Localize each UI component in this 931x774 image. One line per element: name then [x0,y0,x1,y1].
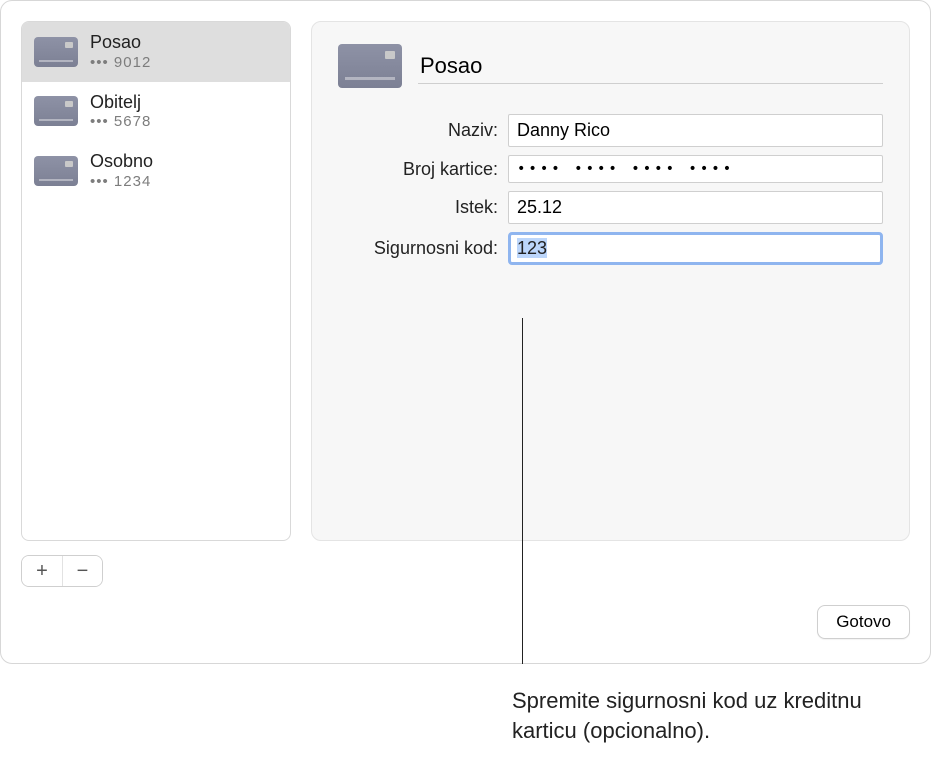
credit-card-icon [34,96,78,126]
credit-card-icon [34,37,78,67]
card-list: Posao ••• 9012 Obitelj ••• 5678 [21,21,291,541]
card-item-title: Obitelj [90,92,151,114]
card-expiry-input[interactable] [508,191,883,224]
number-label: Broj kartice: [338,159,508,180]
autofill-credit-cards-window: Posao ••• 9012 Obitelj ••• 5678 [0,0,931,664]
card-item-obitelj[interactable]: Obitelj ••• 5678 [22,82,290,142]
card-number-input[interactable] [508,155,883,183]
card-sidebar: Posao ••• 9012 Obitelj ••• 5678 [21,21,291,587]
add-card-button[interactable]: + [22,556,62,586]
card-item-title: Osobno [90,151,153,173]
done-button[interactable]: Gotovo [817,605,910,639]
card-item-subtitle: ••• 1234 [90,173,153,191]
callout-text: Spremite sigurnosni kod uz kreditnu kart… [512,686,912,745]
expiry-label: Istek: [338,197,508,218]
callout-line [522,318,523,664]
security-label: Sigurnosni kod: [338,238,508,259]
security-code-input[interactable]: 123 [508,232,883,265]
credit-card-icon [34,156,78,186]
card-detail-panel: Naziv: Broj kartice: Istek: Sigurnosni k… [311,21,910,541]
remove-card-button[interactable]: − [62,556,102,586]
card-item-posao[interactable]: Posao ••• 9012 [22,22,290,82]
card-item-subtitle: ••• 5678 [90,113,151,131]
sidebar-actions: + − [21,555,103,587]
card-item-osobno[interactable]: Osobno ••• 1234 [22,141,290,201]
card-description-input[interactable] [418,49,883,84]
name-label: Naziv: [338,120,508,141]
card-item-title: Posao [90,32,151,54]
cardholder-name-input[interactable] [508,114,883,147]
credit-card-icon-large [338,44,402,88]
card-item-subtitle: ••• 9012 [90,54,151,72]
